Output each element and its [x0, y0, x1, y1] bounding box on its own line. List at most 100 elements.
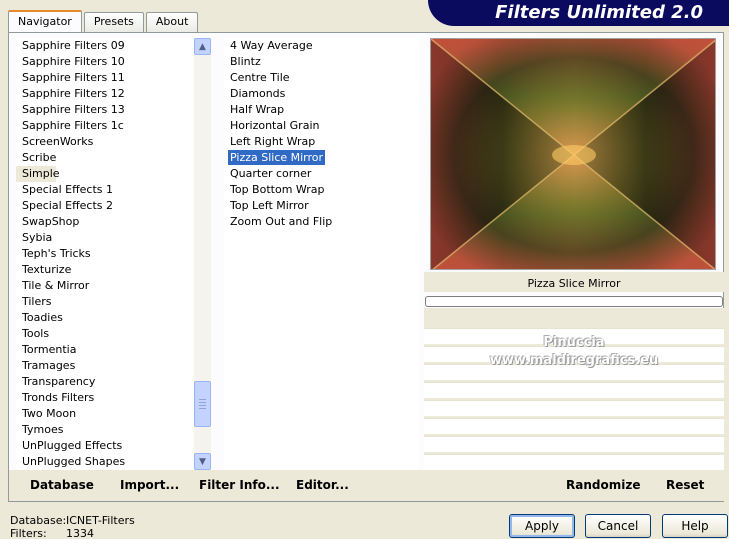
- list-item-selected[interactable]: Pizza Slice Mirror: [224, 150, 418, 166]
- help-button[interactable]: Help: [662, 514, 728, 538]
- list-item-label: Scribe: [22, 151, 57, 164]
- list-item-label: Sapphire Filters 11: [22, 71, 125, 84]
- param-row: [424, 382, 724, 398]
- list-item[interactable]: Centre Tile: [224, 70, 418, 86]
- database-value: ICNET-Filters: [66, 514, 135, 527]
- list-item[interactable]: Tile & Mirror: [16, 278, 194, 294]
- list-item[interactable]: SwapShop: [16, 214, 194, 230]
- list-item-selected[interactable]: Simple: [16, 166, 60, 182]
- selected-filter-name: Pizza Slice Mirror: [424, 272, 724, 292]
- list-item-label: Pizza Slice Mirror: [228, 150, 326, 165]
- editor-button[interactable]: Editor...: [296, 478, 349, 492]
- list-item[interactable]: UnPlugged Shapes: [16, 454, 194, 470]
- list-item-label: Texturize: [22, 263, 72, 276]
- list-item[interactable]: Tilers: [16, 294, 194, 310]
- scroll-down-button[interactable]: ▼: [194, 453, 211, 470]
- list-item-label: Tilers: [22, 295, 52, 308]
- tab-navigator[interactable]: Navigator: [8, 10, 82, 32]
- list-item-label: Diamonds: [230, 87, 286, 100]
- list-item-label: Tymoes: [22, 423, 64, 436]
- list-item[interactable]: Transparency: [16, 374, 194, 390]
- list-item[interactable]: Blintz: [224, 54, 418, 70]
- list-item-label: Sapphire Filters 10: [22, 55, 125, 68]
- scroll-up-button[interactable]: ▲: [194, 38, 211, 55]
- database-label: Database:: [10, 514, 67, 527]
- filter-list[interactable]: 4 Way Average Blintz Centre Tile Diamonds Ha…: [224, 38, 418, 470]
- list-item-label: Transparency: [22, 375, 96, 388]
- list-item-label: Top Left Mirror: [230, 199, 309, 212]
- list-item-label: Sapphire Filters 09: [22, 39, 125, 52]
- list-item[interactable]: Sybia: [16, 230, 194, 246]
- watermark-line2: www.maldiregrafics.eu: [489, 353, 659, 368]
- watermark: Pinuccia www.maldiregrafics.eu: [424, 334, 724, 370]
- list-item-label: UnPlugged Effects: [22, 439, 123, 452]
- list-item[interactable]: Sapphire Filters 13: [16, 102, 194, 118]
- list-item[interactable]: ScreenWorks: [16, 134, 194, 150]
- list-item[interactable]: Tormentia: [16, 342, 194, 358]
- list-item[interactable]: Sapphire Filters 12: [16, 86, 194, 102]
- list-item-label: Special Effects 1: [22, 183, 114, 196]
- list-item-label: 4 Way Average: [230, 39, 313, 52]
- category-list[interactable]: Sapphire Filters 09 Sapphire Filters 10 Sa…: [16, 38, 194, 470]
- list-item[interactable]: Diamonds: [224, 86, 418, 102]
- list-item[interactable]: Tronds Filters: [16, 390, 194, 406]
- list-item[interactable]: Zoom Out and Flip: [224, 214, 418, 230]
- list-item[interactable]: Two Moon: [16, 406, 194, 422]
- list-item[interactable]: Sapphire Filters 11: [16, 70, 194, 86]
- param-row: [424, 418, 724, 434]
- scroll-thumb[interactable]: [194, 381, 211, 427]
- preview-image: [430, 38, 716, 270]
- list-item[interactable]: Scribe: [16, 150, 194, 166]
- list-item-label: Half Wrap: [230, 103, 285, 116]
- list-item-label: Left Right Wrap: [230, 135, 316, 148]
- status-info: Database:ICNET-Filters Filters: 1334: [10, 514, 135, 539]
- list-item-label: ScreenWorks: [22, 135, 94, 148]
- tab-strip: Navigator Presets About: [8, 10, 200, 32]
- list-item[interactable]: Top Left Mirror: [224, 198, 418, 214]
- list-item-label: Centre Tile: [230, 71, 290, 84]
- filters-label: Filters:: [10, 527, 47, 539]
- list-item-label: Sapphire Filters 12: [22, 87, 125, 100]
- list-item[interactable]: Sapphire Filters 1c: [16, 118, 194, 134]
- cancel-button[interactable]: Cancel: [585, 514, 651, 538]
- list-item-label: Special Effects 2: [22, 199, 114, 212]
- filter-info-button[interactable]: Filter Info...: [199, 478, 280, 492]
- tab-presets[interactable]: Presets: [83, 12, 144, 32]
- list-item[interactable]: Top Bottom Wrap: [224, 182, 418, 198]
- list-item[interactable]: Tymoes: [16, 422, 194, 438]
- list-item[interactable]: Sapphire Filters 09: [16, 38, 194, 54]
- database-button[interactable]: Database: [30, 478, 94, 492]
- list-item[interactable]: Special Effects 1: [16, 182, 194, 198]
- list-item[interactable]: Toadies: [16, 310, 194, 326]
- list-item[interactable]: Special Effects 2: [16, 198, 194, 214]
- list-item-label: Tronds Filters: [22, 391, 95, 404]
- apply-button[interactable]: Apply: [509, 514, 575, 538]
- app-title: Filters Unlimited 2.0: [495, 2, 703, 23]
- list-item[interactable]: Texturize: [16, 262, 194, 278]
- list-item[interactable]: Quarter corner: [224, 166, 418, 182]
- randomize-button[interactable]: Randomize: [566, 478, 640, 492]
- list-item[interactable]: Tramages: [16, 358, 194, 374]
- parameter-area: [424, 308, 724, 470]
- tab-about[interactable]: About: [145, 12, 199, 32]
- list-item-label: Top Bottom Wrap: [230, 183, 325, 196]
- list-item[interactable]: Tools: [16, 326, 194, 342]
- list-item-label: Blintz: [230, 55, 261, 68]
- reset-button[interactable]: Reset: [666, 478, 704, 492]
- list-item[interactable]: Half Wrap: [224, 102, 418, 118]
- param-row: [424, 400, 724, 416]
- list-item-label: Sapphire Filters 1c: [22, 119, 124, 132]
- list-item[interactable]: Sapphire Filters 10: [16, 54, 194, 70]
- list-item[interactable]: Left Right Wrap: [224, 134, 418, 150]
- list-item-label: Teph's Tricks: [22, 247, 91, 260]
- list-item[interactable]: UnPlugged Effects: [16, 438, 194, 454]
- list-item-label: Tormentia: [22, 343, 77, 356]
- list-item[interactable]: Teph's Tricks: [16, 246, 194, 262]
- list-item[interactable]: Horizontal Grain: [224, 118, 418, 134]
- chevron-down-icon: ▼: [199, 456, 206, 467]
- preview-artwork: [431, 39, 715, 269]
- watermark-line1: Pinuccia: [543, 335, 605, 350]
- category-scrollbar[interactable]: ▲ ▼: [194, 38, 211, 470]
- import-button[interactable]: Import...: [120, 478, 179, 492]
- list-item[interactable]: 4 Way Average: [224, 38, 418, 54]
